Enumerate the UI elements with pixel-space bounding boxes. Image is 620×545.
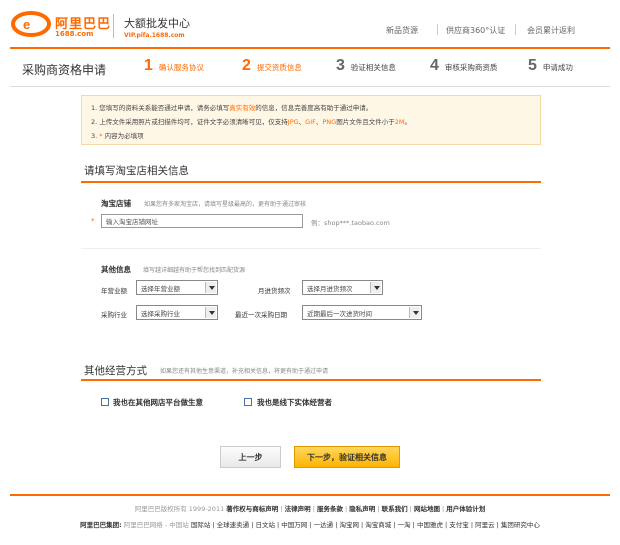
last-purchase-date-label: 最近一次采购日期 bbox=[235, 311, 287, 319]
last-purchase-date-select[interactable]: 近期最后一次进货时间 bbox=[302, 305, 422, 320]
group-link[interactable]: 日文站 bbox=[255, 521, 275, 529]
nav-member-rebate[interactable]: 会员累计返利 bbox=[527, 25, 575, 36]
logo-domain: 1688.com bbox=[55, 30, 94, 38]
taobao-store-url-input[interactable] bbox=[101, 214, 303, 228]
required-star: * bbox=[99, 132, 103, 140]
select-value: 选择月进货频次 bbox=[307, 284, 353, 293]
footer-link[interactable]: 著作权与商标声明 bbox=[226, 505, 278, 513]
step-label: 确认服务协议 bbox=[158, 63, 204, 72]
step-label: 提交资质信息 bbox=[256, 63, 302, 72]
footer-link[interactable]: 法律声明 bbox=[285, 505, 311, 513]
site-title: 大额批发中心 bbox=[124, 17, 190, 30]
purchase-frequency-label: 月进货频次 bbox=[258, 287, 291, 295]
notice-line-3: 3. * 内容为必填项 bbox=[91, 132, 144, 140]
svg-text:e: e bbox=[23, 17, 30, 32]
step-label: 审核采购商资质 bbox=[444, 63, 498, 72]
section-divider bbox=[81, 181, 541, 183]
footer-link[interactable]: 隐私声明 bbox=[349, 505, 375, 513]
footer-link[interactable]: 服务条款 bbox=[317, 505, 343, 513]
previous-step-button[interactable]: 上一步 bbox=[220, 446, 281, 468]
group-link[interactable]: 阿里云 bbox=[475, 521, 495, 529]
step-5: 5 申请成功 bbox=[528, 57, 573, 75]
notice-line-1: 1. 您填写的资料关系能否通过申请，请务必填写真实有效的信息，信息完善度高有助于… bbox=[91, 104, 373, 112]
notice-line-2: 2. 上传文件采用照片或扫描件均可，证件文字必须清晰可见，仅支持JPG、GIF、… bbox=[91, 118, 411, 126]
online-store-checkbox[interactable] bbox=[101, 398, 109, 406]
group-link[interactable]: 中国万网 bbox=[281, 521, 307, 529]
section-divider-thin bbox=[81, 248, 541, 249]
notice-highlight: 真实有效 bbox=[229, 104, 256, 112]
section-title-channels: 其他经营方式 bbox=[84, 365, 147, 377]
step-3: 3 验证相关信息 bbox=[336, 57, 396, 75]
logo-divider bbox=[113, 14, 114, 38]
page-title: 采购商资格申请 bbox=[22, 63, 107, 77]
group-link[interactable]: 支付宝 bbox=[449, 521, 469, 529]
nav-supplier-360[interactable]: 供应商360°认证 bbox=[446, 25, 505, 36]
chevron-down-icon bbox=[409, 307, 420, 318]
step-1: 1 确认服务协议 bbox=[144, 57, 204, 75]
footer-link[interactable]: 联系我们 bbox=[382, 505, 408, 513]
step-label: 验证相关信息 bbox=[350, 63, 396, 72]
nav-divider bbox=[437, 24, 438, 35]
chevron-down-icon bbox=[370, 282, 381, 293]
group-link[interactable]: 阿里巴巴网络 - 中国站 bbox=[124, 521, 189, 529]
step-label: 申请成功 bbox=[542, 63, 573, 72]
group-link[interactable]: 国际站 bbox=[191, 521, 211, 529]
footer-copyright: 阿里巴巴版权所有 1999-2011 著作权与商标声明 | 法律声明 | 服务条… bbox=[134, 505, 486, 513]
group-link[interactable]: 淘宝网 bbox=[339, 521, 359, 529]
nav-new-sources[interactable]: 新品货源 bbox=[386, 25, 418, 36]
group-title: 阿里巴巴集团: bbox=[80, 521, 122, 529]
group-link[interactable]: 一淘 bbox=[398, 521, 411, 529]
annual-revenue-label: 年营业额 bbox=[101, 287, 127, 295]
other-info-hint: 填写越详细越有助于帮您找到匹配货源 bbox=[143, 267, 246, 274]
next-step-button[interactable]: 下一步，验证相关信息 bbox=[294, 446, 400, 468]
taobao-store-label: 淘宝店铺 bbox=[101, 199, 131, 208]
step-4: 4 审核采购商资质 bbox=[430, 57, 497, 75]
group-links: 阿里巴巴集团: 阿里巴巴网络 - 中国站 国际站 | 全球速卖通 | 日文站 |… bbox=[80, 521, 540, 529]
channels-hint: 如果您还有其他生意渠道，补充相关信息，将更有助于通过申请 bbox=[160, 368, 329, 375]
step-number: 4 bbox=[430, 57, 439, 74]
footer-divider bbox=[10, 494, 610, 496]
annual-revenue-select[interactable]: 选择年营业额 bbox=[136, 280, 218, 295]
nav-divider bbox=[515, 24, 516, 35]
footer-link[interactable]: 网站地图 bbox=[414, 505, 440, 513]
step-number: 5 bbox=[528, 57, 537, 74]
online-store-checkbox-label[interactable]: 我也在其他网店平台做生意 bbox=[113, 397, 203, 408]
site-subdomain: VIP.pifa.1688.com bbox=[124, 32, 185, 39]
select-value: 选择年营业额 bbox=[141, 284, 180, 293]
purchase-industry-label: 采购行业 bbox=[101, 311, 127, 319]
alibaba-logo-icon: e bbox=[11, 11, 51, 37]
group-link[interactable]: 一达通 bbox=[314, 521, 334, 529]
select-value: 近期最后一次进货时间 bbox=[307, 309, 372, 318]
section-title-taobao: 请填写淘宝店相关信息 bbox=[84, 165, 189, 177]
other-info-label: 其他信息 bbox=[101, 265, 131, 274]
group-link[interactable]: 集团研究中心 bbox=[501, 521, 540, 529]
step-number: 2 bbox=[242, 57, 251, 74]
purchase-frequency-select[interactable]: 选择月进货频次 bbox=[302, 280, 383, 295]
select-value: 选择采购行业 bbox=[141, 309, 180, 318]
step-number: 3 bbox=[336, 57, 345, 74]
group-link[interactable]: 中国雅虎 bbox=[417, 521, 443, 529]
chevron-down-icon bbox=[205, 307, 216, 318]
chevron-down-icon bbox=[205, 282, 216, 293]
step-2: 2 提交资质信息 bbox=[242, 57, 302, 75]
section-divider bbox=[81, 379, 541, 381]
group-link[interactable]: 淘宝商城 bbox=[365, 521, 391, 529]
offline-store-checkbox[interactable] bbox=[244, 398, 252, 406]
group-link[interactable]: 全球速卖通 bbox=[217, 521, 250, 529]
taobao-store-hint: 如果您有多家淘宝店，请填写星级最高的，更有助于通过审核 bbox=[144, 201, 307, 208]
taobao-url-example: 例：shop***.taobao.com bbox=[311, 219, 390, 227]
step-number: 1 bbox=[144, 57, 153, 74]
offline-store-checkbox-label[interactable]: 我也是线下实体经营者 bbox=[257, 397, 332, 408]
required-star: * bbox=[91, 217, 95, 225]
footer-link[interactable]: 用户体验计划 bbox=[446, 505, 485, 513]
purchase-industry-select[interactable]: 选择采购行业 bbox=[136, 305, 218, 320]
